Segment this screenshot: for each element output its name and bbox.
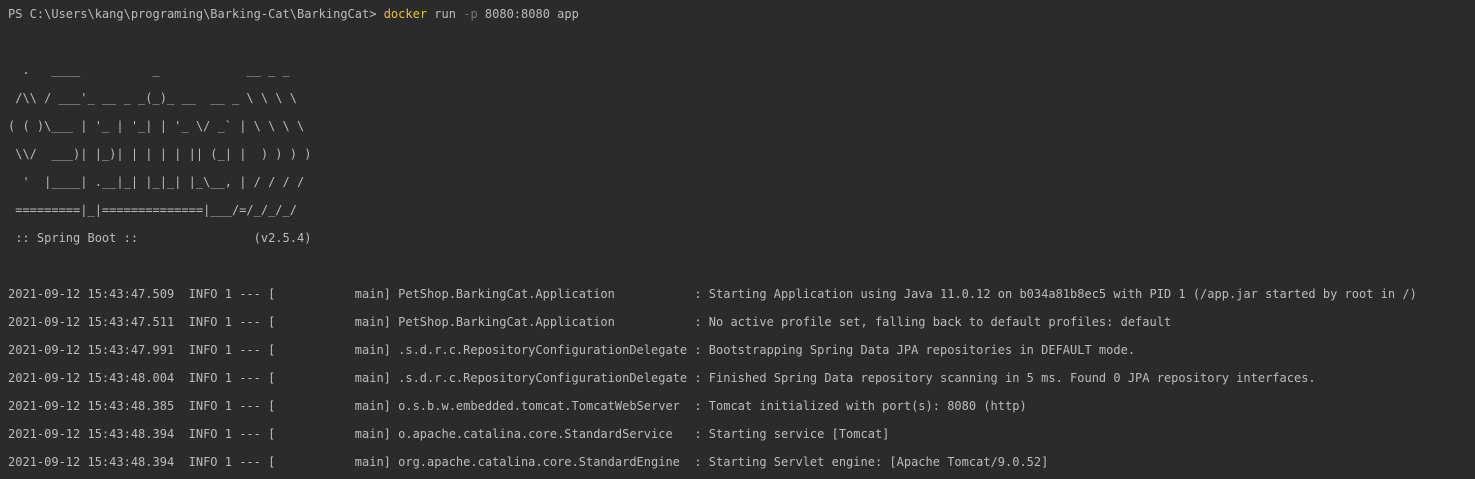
command-port-mapping: 8080:8080 (484, 7, 550, 21)
log-line: 2021-09-12 15:43:47.509 INFO 1 --- [ mai… (8, 287, 1417, 301)
log-line: 2021-09-12 15:43:47.991 INFO 1 --- [ mai… (8, 343, 1136, 357)
command-line[interactable]: PS C:\Users\kang\programing\Barking-Cat\… (8, 6, 579, 22)
log-line: 2021-09-12 15:43:48.394 INFO 1 --- [ mai… (8, 455, 1049, 469)
command-subcommand: run (434, 7, 456, 21)
banner-line: =========|_|==============|___/=/_/_/_/ (8, 203, 297, 217)
log-line: 2021-09-12 15:43:48.394 INFO 1 --- [ mai… (8, 427, 890, 441)
banner-line: \\/ ___)| |_)| | | | | || (_| | ) ) ) ) (8, 147, 312, 161)
terminal-window[interactable]: PS C:\Users\kang\programing\Barking-Cat\… (0, 0, 1475, 479)
command-image-name: app (557, 7, 579, 21)
command-flag: -p (463, 7, 478, 21)
spring-boot-version-line: :: Spring Boot :: (v2.5.4) (8, 231, 312, 245)
log-line: 2021-09-12 15:43:48.004 INFO 1 --- [ mai… (8, 371, 1316, 385)
banner-line: ( ( )\___ | '_ | '_| | '_ \/ _` | \ \ \ … (8, 119, 305, 133)
banner-line: /\\ / ___'_ __ _ _(_)_ __ __ _ \ \ \ \ (8, 91, 297, 105)
log-line: 2021-09-12 15:43:48.385 INFO 1 --- [ mai… (8, 399, 1027, 413)
log-line: 2021-09-12 15:43:47.511 INFO 1 --- [ mai… (8, 315, 1172, 329)
banner-line: ' |____| .__|_| |_|_| |_\__, | / / / / (8, 175, 305, 189)
banner-line: . ____ _ __ _ _ (8, 63, 290, 77)
command-name: docker (383, 7, 428, 21)
prompt-path: PS C:\Users\kang\programing\Barking-Cat\… (8, 7, 377, 21)
